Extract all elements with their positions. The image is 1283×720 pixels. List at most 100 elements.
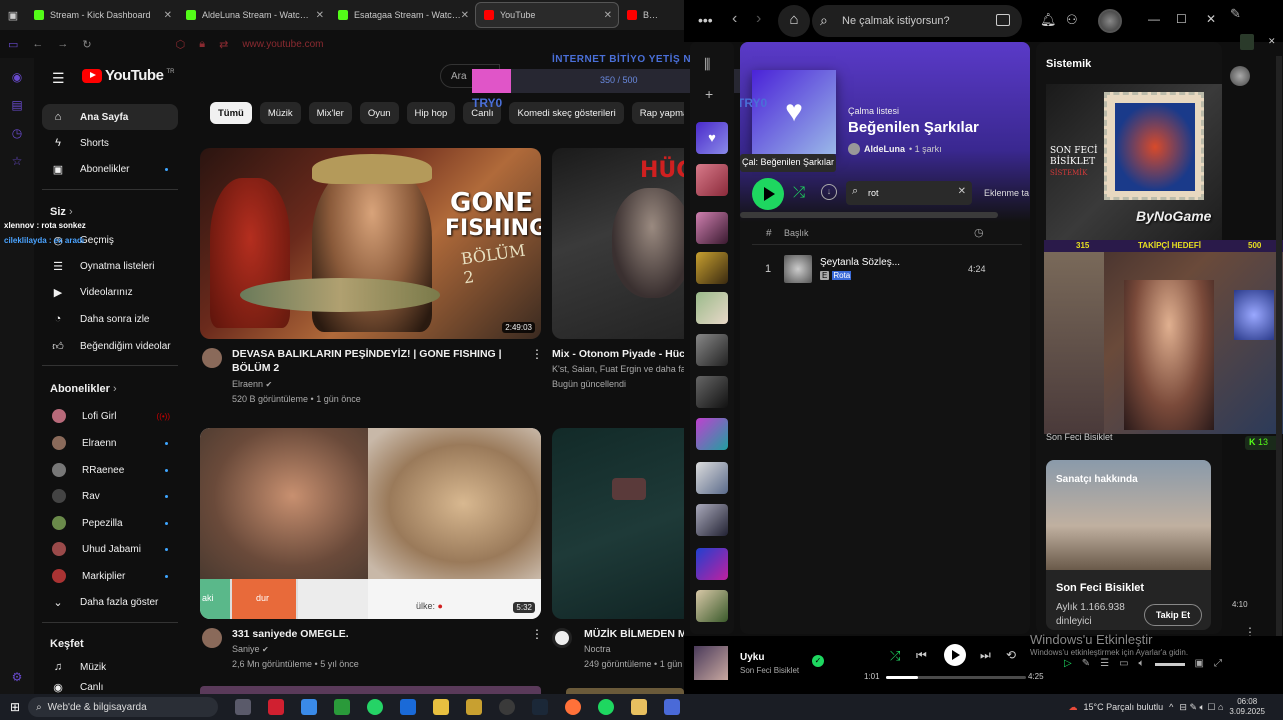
- video-channel[interactable]: Saniye ✔: [232, 642, 269, 657]
- favorites-icon[interactable]: ☆: [8, 152, 26, 170]
- video-thumbnail[interactable]: GONE FISHING BÖLÜM 2 2:49:03: [200, 148, 541, 339]
- sidebar-sub-pepezilla[interactable]: Pepezilla: [42, 510, 178, 536]
- channel-avatar[interactable]: [202, 348, 222, 368]
- progress-bar[interactable]: [886, 676, 1026, 679]
- more-options-icon[interactable]: •••: [698, 12, 713, 28]
- video-title[interactable]: DEVASA BALIKLARIN PEŞİNDEYİZ! | GONE FIS…: [232, 347, 524, 375]
- liked-songs-tile[interactable]: ♥: [696, 122, 728, 154]
- back-icon[interactable]: ‹: [732, 10, 737, 28]
- section-header-you[interactable]: Siz ›: [50, 206, 73, 218]
- close-icon[interactable]: ✕: [461, 10, 469, 21]
- sidebar-toggle-icon[interactable]: ▭: [8, 38, 18, 51]
- track-artist[interactable]: Rota: [832, 271, 852, 280]
- scrollbar[interactable]: [1276, 56, 1282, 636]
- video-thumbnail[interactable]: [552, 428, 684, 619]
- sidebar-sub-markiplier[interactable]: Markiplier: [42, 563, 178, 589]
- show-more-button[interactable]: ⌄ Daha fazla göster: [42, 589, 178, 615]
- reload-icon[interactable]: ↻: [82, 38, 91, 51]
- create-icon[interactable]: +: [705, 86, 713, 102]
- repeat-icon[interactable]: ⟲: [1006, 648, 1016, 662]
- app-icon[interactable]: [466, 699, 483, 715]
- browser-tab[interactable]: Beta - Kick: [619, 2, 669, 28]
- steam-icon[interactable]: [532, 699, 549, 715]
- previous-icon[interactable]: ⏮: [916, 648, 927, 663]
- outlook-icon[interactable]: [400, 699, 417, 715]
- now-playing-artist[interactable]: Son Feci Bisiklet: [1046, 432, 1113, 442]
- library-item[interactable]: [696, 252, 728, 284]
- shuffle-icon[interactable]: ⤮: [793, 184, 805, 201]
- now-playing-artist[interactable]: Son Feci Bisiklet: [740, 666, 799, 675]
- volume-slider[interactable]: [1154, 663, 1185, 666]
- spotify-icon[interactable]: [598, 699, 615, 715]
- bell-icon[interactable]: 🔔︎: [1040, 12, 1057, 28]
- home-icon[interactable]: ⌂: [778, 5, 810, 37]
- library-item[interactable]: [696, 334, 728, 366]
- library-item[interactable]: [696, 504, 728, 536]
- forward-icon[interactable]: →: [57, 38, 68, 50]
- history-icon[interactable]: ◷: [8, 124, 26, 142]
- close-icon[interactable]: ✕: [164, 10, 172, 21]
- chip[interactable]: Hip hop: [406, 102, 456, 124]
- sort-label[interactable]: Eklenme ta: [984, 188, 1029, 198]
- whatsapp-icon[interactable]: [367, 699, 384, 715]
- video-channel[interactable]: Noctra: [584, 642, 611, 656]
- friends-icon[interactable]: ⚇: [1066, 12, 1078, 28]
- sidebar-item-your-videos[interactable]: ▶ Videolarınız: [42, 279, 178, 305]
- library-item[interactable]: [696, 462, 728, 494]
- browser-tab[interactable]: AldeLuna Stream - Watch Live on Kick ✕: [178, 2, 330, 28]
- maximize-icon[interactable]: ☐: [1176, 12, 1187, 26]
- video-thumbnail[interactable]: HÜC: [552, 148, 684, 339]
- artist-name[interactable]: Son Feci Bisiklet: [1056, 582, 1144, 594]
- more-options-icon[interactable]: ⋮: [531, 627, 543, 641]
- queue-icon[interactable]: ☰: [1100, 658, 1109, 669]
- site-settings-icon[interactable]: ⇄: [219, 38, 228, 51]
- video-channel[interactable]: Elraenn ✔: [232, 377, 272, 392]
- search-input[interactable]: ⌕ Ne çalmak istiyorsun?: [812, 5, 1022, 37]
- saved-icon[interactable]: ✓: [812, 655, 824, 667]
- back-icon[interactable]: ←: [32, 38, 43, 50]
- browser-tab-active[interactable]: YouTube ✕: [475, 2, 619, 28]
- app-icon[interactable]: [268, 699, 285, 715]
- browser-tab[interactable]: Stream - Kick Dashboard ✕: [26, 2, 178, 28]
- chip[interactable]: Müzik: [259, 102, 301, 124]
- fullscreen-icon[interactable]: ⤢: [1214, 658, 1222, 669]
- chip[interactable]: Komedi skeç gösterileri: [509, 102, 624, 124]
- library-item[interactable]: [696, 292, 728, 324]
- track-row[interactable]: 1 Şeytanla Sözleş... E Rota 4:24: [740, 252, 1030, 286]
- video-title[interactable]: 331 saniyede OMEGLE.: [232, 627, 349, 641]
- sidebar-sub-uhud-jabami[interactable]: Uhud Jabami: [42, 536, 178, 562]
- devices-icon[interactable]: ▭: [1119, 658, 1128, 669]
- track-title[interactable]: Şeytanla Sözleş...: [820, 257, 900, 268]
- library-item[interactable]: [696, 376, 728, 408]
- clock[interactable]: 06:08 3.09.2025: [1229, 697, 1265, 717]
- app-icon[interactable]: [664, 699, 681, 715]
- taskbar-search[interactable]: ⌕ Web'de & bilgisayarda: [28, 697, 219, 717]
- chip[interactable]: Tümü: [210, 102, 252, 124]
- workspace-icon[interactable]: ◉: [8, 68, 26, 86]
- filter-input[interactable]: ⌕ rot ✕: [846, 181, 972, 205]
- app-icon[interactable]: [631, 699, 648, 715]
- section-header-subscriptions[interactable]: Abonelikler ›: [50, 383, 117, 395]
- pen-icon[interactable]: ✎: [1230, 6, 1241, 22]
- lyrics-icon[interactable]: ✎: [1082, 658, 1090, 669]
- miniplayer-icon[interactable]: ▣: [1195, 658, 1204, 669]
- video-title[interactable]: MÜZİK BİLMEDEN MÜZİK: [584, 627, 684, 641]
- menu-icon[interactable]: ☰: [52, 70, 65, 87]
- copilot-icon[interactable]: [301, 699, 318, 715]
- column-header-title[interactable]: Başlık: [784, 228, 809, 238]
- url-field[interactable]: www.youtube.com: [242, 39, 323, 50]
- artist-card[interactable]: Sanatçı hakkında Son Feci Bisiklet Aylık…: [1046, 460, 1211, 630]
- more-options-icon[interactable]: ⋮: [531, 347, 543, 361]
- now-playing-view-icon[interactable]: ▷: [1064, 658, 1072, 669]
- shield-icon[interactable]: ⬡: [176, 38, 186, 51]
- volume-icon[interactable]: 🔈︎: [1139, 658, 1145, 669]
- chip[interactable]: Oyun: [359, 102, 399, 124]
- play-button[interactable]: [752, 178, 784, 210]
- now-playing-title[interactable]: Uyku: [740, 652, 764, 663]
- clear-icon[interactable]: ✕: [958, 186, 966, 197]
- now-playing-cover[interactable]: [694, 646, 728, 680]
- sidebar-item-playlists[interactable]: ☰ Oynatma listeleri: [42, 253, 178, 279]
- chip[interactable]: Rap yapma: [631, 102, 684, 124]
- windows-start-icon[interactable]: ⊞: [10, 700, 20, 714]
- library-icon[interactable]: ⫼: [704, 56, 710, 73]
